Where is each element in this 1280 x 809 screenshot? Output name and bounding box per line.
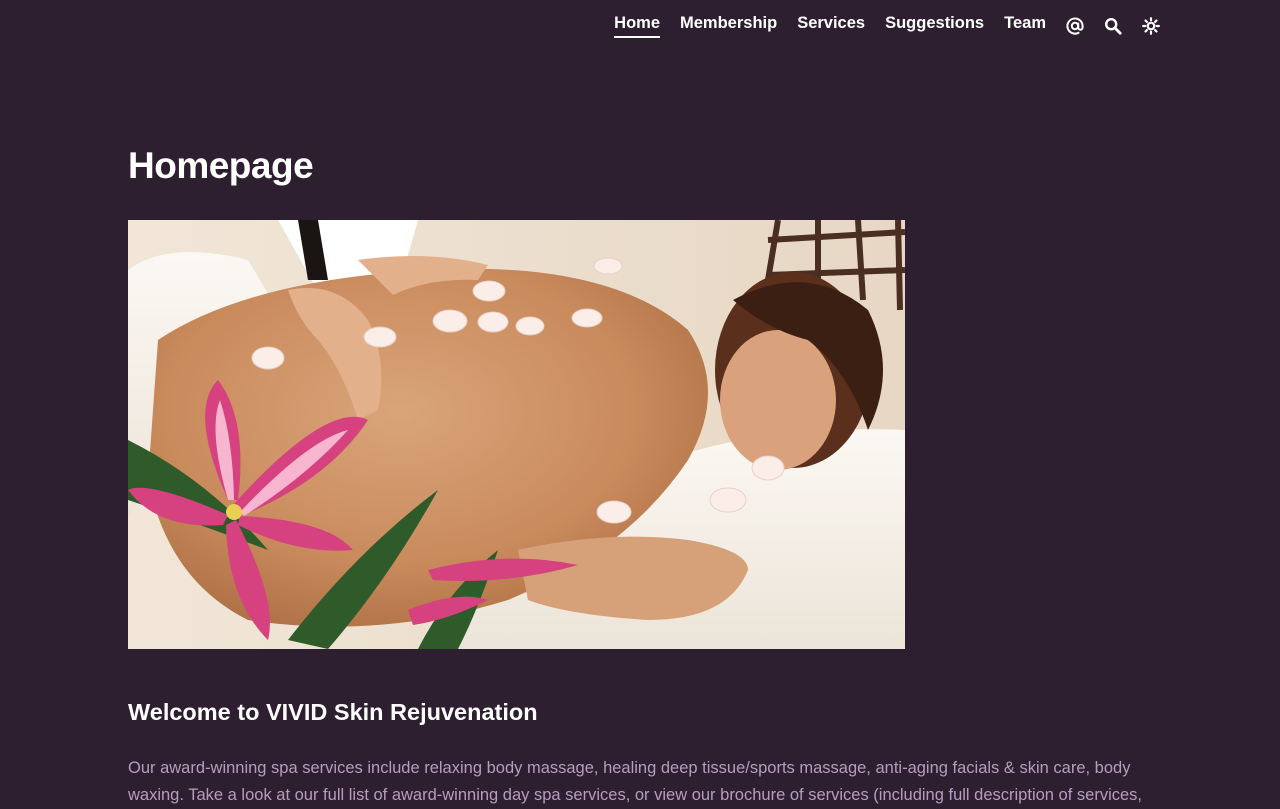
intro-text: Our award-winning spa services include r…: [128, 759, 1142, 804]
welcome-heading: Welcome to VIVID Skin Rejuvenation: [128, 699, 538, 725]
hero-image: [128, 220, 905, 649]
search-icon[interactable]: [1104, 17, 1122, 35]
page-title: Homepage: [128, 145, 314, 186]
at-icon[interactable]: [1066, 17, 1084, 35]
nav-services[interactable]: Services: [797, 14, 865, 38]
nav-suggestions[interactable]: Suggestions: [885, 14, 984, 38]
top-navigation: Home Membership Services Suggestions Tea…: [614, 14, 1160, 38]
nav-home[interactable]: Home: [614, 14, 660, 38]
nav-membership[interactable]: Membership: [680, 14, 777, 38]
theme-toggle-icon[interactable]: [1142, 17, 1160, 35]
nav-team[interactable]: Team: [1004, 14, 1046, 38]
